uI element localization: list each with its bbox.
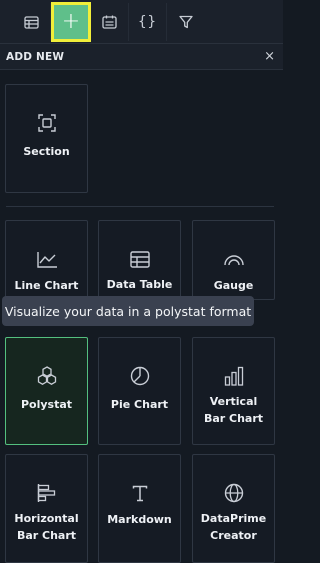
horizontal-bar-chart-icon: [37, 484, 55, 502]
calendar-icon: [102, 15, 117, 29]
table-icon: [24, 15, 39, 29]
widget-pie-chart[interactable]: Pie Chart: [98, 337, 181, 445]
widget-label: Data Table: [106, 278, 173, 291]
toolbar: + {}: [0, 0, 283, 44]
globe-icon: [224, 483, 243, 503]
pie-chart-icon: [130, 366, 149, 386]
widget-data-table[interactable]: Data Table: [98, 220, 181, 300]
divider: [6, 206, 274, 207]
widget-label: Vertical Bar Chart: [203, 395, 264, 425]
widget-horizontal-bar-chart[interactable]: Horizontal Bar Chart: [5, 454, 88, 563]
section-icon: [37, 114, 56, 132]
braces-icon: {}: [138, 14, 157, 30]
widget-label: Markdown: [107, 513, 172, 526]
section-card[interactable]: Section: [5, 84, 88, 193]
widget-line-chart[interactable]: Line Chart: [5, 220, 88, 300]
panel-title: ADD NEW: [6, 50, 65, 63]
add-new-button[interactable]: +: [51, 2, 91, 42]
widget-label: Line Chart: [14, 279, 79, 292]
widget-vertical-bar-chart[interactable]: Vertical Bar Chart: [192, 337, 275, 445]
tooltip: Visualize your data in a polystat format: [2, 296, 254, 326]
gauge-icon: [223, 255, 244, 266]
widget-label: Horizontal Bar Chart: [14, 512, 79, 542]
widget-label: Gauge: [213, 279, 254, 292]
widget-polystat[interactable]: Polystat: [5, 337, 88, 445]
plus-icon: +: [61, 9, 81, 34]
section-card-label: Section: [23, 145, 70, 158]
filter-icon: [179, 15, 193, 29]
close-icon[interactable]: ×: [264, 49, 275, 64]
widget-markdown[interactable]: Markdown: [98, 454, 181, 563]
widget-dataprime-creator[interactable]: DataPrime Creator: [192, 454, 275, 563]
widgets-button[interactable]: [13, 3, 51, 41]
polystat-icon: [37, 366, 56, 385]
widget-label: DataPrime Creator: [200, 512, 267, 542]
markdown-icon: [132, 485, 147, 502]
line-chart-icon: [36, 252, 57, 268]
data-table-icon: [129, 251, 150, 268]
layout-button[interactable]: [91, 3, 129, 41]
json-button[interactable]: {}: [129, 3, 167, 41]
widget-label: Pie Chart: [110, 398, 169, 411]
filter-button[interactable]: [167, 3, 205, 41]
widget-label: Polystat: [20, 398, 73, 411]
vertical-bar-chart-icon: [224, 366, 243, 386]
widget-gauge[interactable]: Gauge: [192, 220, 275, 300]
panel-header: ADD NEW ×: [0, 44, 283, 70]
